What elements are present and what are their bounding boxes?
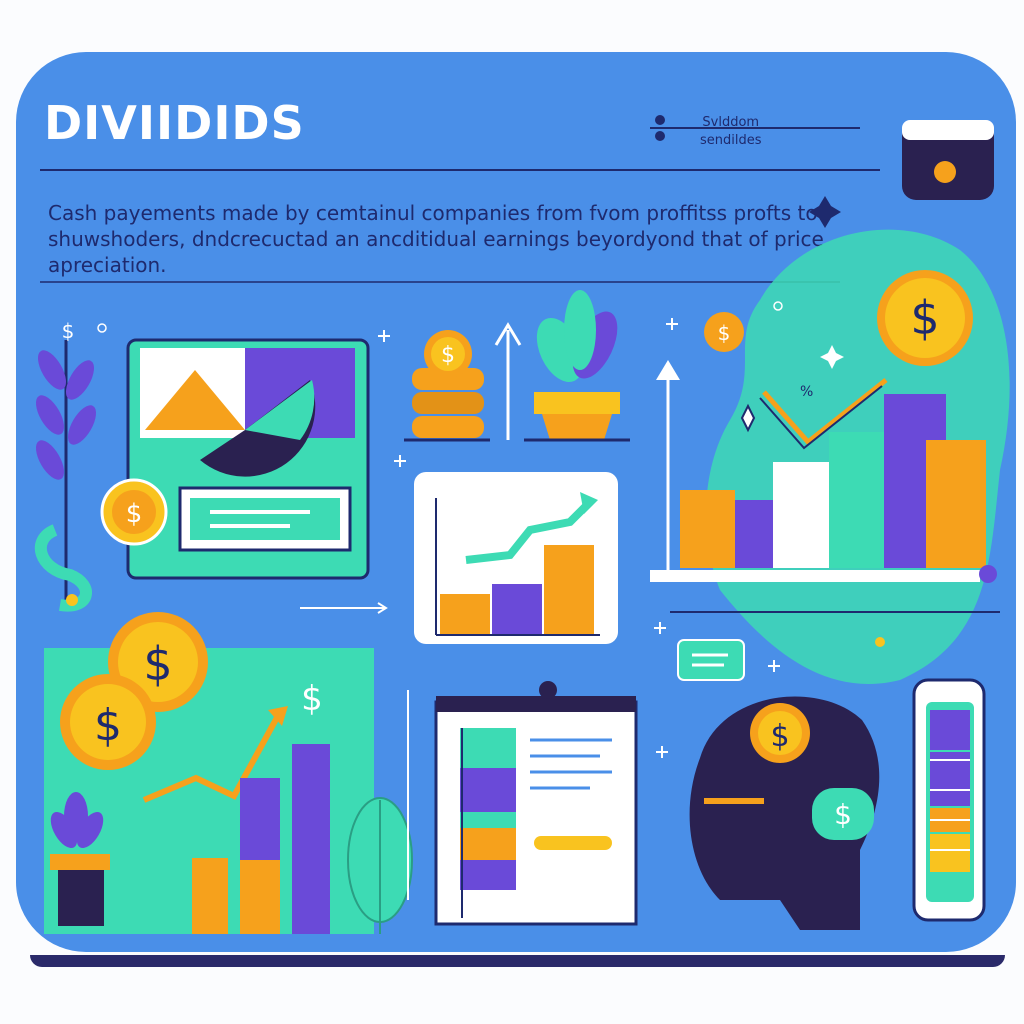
message-icon	[677, 639, 745, 681]
coin-icon: $	[60, 674, 156, 770]
svg-text:$: $	[441, 343, 455, 368]
svg-text:$: $	[770, 719, 789, 754]
dot-icon	[97, 323, 107, 333]
plant-icon	[524, 290, 630, 442]
svg-text:$: $	[62, 319, 75, 343]
svg-text:$: $	[834, 798, 852, 831]
sparkle-icon	[809, 196, 841, 228]
svg-text:$: $	[301, 679, 323, 719]
dot-icon	[655, 131, 665, 141]
dollar-glyph: $	[910, 291, 939, 345]
coin-icon: $	[877, 270, 973, 366]
coin-stack-icon: $	[404, 330, 490, 442]
coin-icon: $	[704, 312, 744, 352]
pie-chart-card	[126, 338, 370, 580]
svg-text:$: $	[718, 321, 731, 345]
arrow-up-icon	[494, 322, 522, 440]
dot-icon	[875, 637, 885, 647]
document-icon	[434, 681, 638, 926]
head-icon: $ $	[689, 696, 880, 930]
coin-icon: $	[100, 478, 168, 546]
illustration-layer: $ $ % $ $ $ $ $ $ $ $	[34, 115, 1010, 934]
percent-glyph: %	[800, 384, 813, 400]
growth-chart-card	[414, 472, 618, 644]
wallet-icon	[902, 120, 994, 200]
svg-text:$: $	[94, 700, 122, 751]
phone-icon	[912, 678, 986, 922]
leaf-icon: $	[34, 319, 96, 612]
dot-icon	[655, 115, 665, 125]
svg-text:$: $	[126, 499, 143, 529]
svg-text:$: $	[143, 637, 172, 691]
